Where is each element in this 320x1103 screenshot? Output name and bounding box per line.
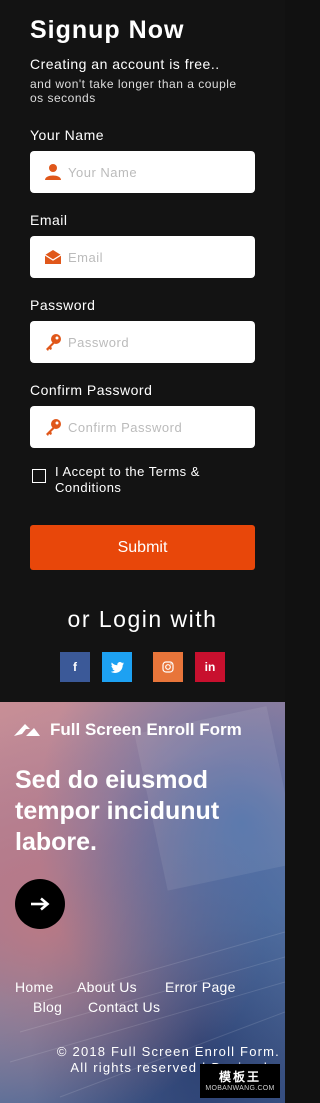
copyright-line-1: © 2018 Full Screen Enroll Form. [56, 1044, 280, 1059]
confirm-password-input[interactable] [68, 406, 248, 448]
name-input[interactable] [68, 151, 248, 193]
confirm-password-label: Confirm Password [30, 382, 153, 398]
brand[interactable]: Full Screen Enroll Form [14, 719, 242, 741]
page-title: Signup Now [30, 16, 185, 44]
twitter-button[interactable] [102, 652, 132, 682]
watermark-main: 模板王 [218, 1069, 261, 1084]
email-input[interactable] [68, 236, 248, 278]
name-field-box [30, 151, 255, 193]
instagram-icon [162, 661, 174, 673]
logo-icon [14, 724, 40, 736]
email-field-box [30, 236, 255, 278]
nav-about-us[interactable]: About Us [77, 979, 137, 995]
password-label: Password [30, 297, 96, 313]
next-button[interactable] [15, 879, 65, 929]
hero-headline: Sed do eiusmod tempor incidunut labore. [15, 766, 220, 856]
key-icon [46, 334, 61, 351]
terms-checkbox[interactable] [32, 469, 46, 483]
linkedin-icon: in [204, 660, 216, 674]
terms-label: I Accept to the Terms & Conditions [55, 464, 200, 495]
watermark-logo: 模板王 MOBANWANG.COM [200, 1064, 280, 1098]
social-login-heading: or Login with [67, 606, 218, 632]
password-field-box [30, 321, 255, 363]
instagram-button[interactable] [153, 652, 183, 682]
arrow-right-icon [31, 897, 50, 911]
signup-subtitle: Creating an account is free.. [30, 56, 220, 72]
facebook-icon: f [73, 660, 77, 674]
user-icon [45, 164, 61, 180]
signup-panel: Signup Now Creating an account is free..… [0, 0, 285, 702]
linkedin-button[interactable]: in [195, 652, 225, 682]
nav-contact-us[interactable]: Contact Us [88, 999, 160, 1015]
facebook-button[interactable]: f [60, 652, 90, 682]
nav-error-page[interactable]: Error Page [165, 979, 236, 995]
brand-name: Full Screen Enroll Form [50, 720, 242, 739]
envelope-icon [44, 250, 62, 264]
nav-blog[interactable]: Blog [33, 999, 62, 1015]
confirm-password-field-box [30, 406, 255, 448]
signup-note: and won't take longer than a couple os s… [30, 77, 237, 105]
twitter-icon [110, 661, 124, 673]
email-label: Email [30, 212, 68, 228]
name-label: Your Name [30, 127, 105, 143]
hero-section: Full Screen Enroll Form Sed do eiusmod t… [0, 702, 285, 1103]
watermark-sub: MOBANWANG.COM [205, 1084, 275, 1092]
nav-home[interactable]: Home [15, 979, 54, 995]
submit-button[interactable]: Submit [30, 525, 255, 570]
key-icon [46, 419, 61, 436]
password-input[interactable] [68, 321, 248, 363]
